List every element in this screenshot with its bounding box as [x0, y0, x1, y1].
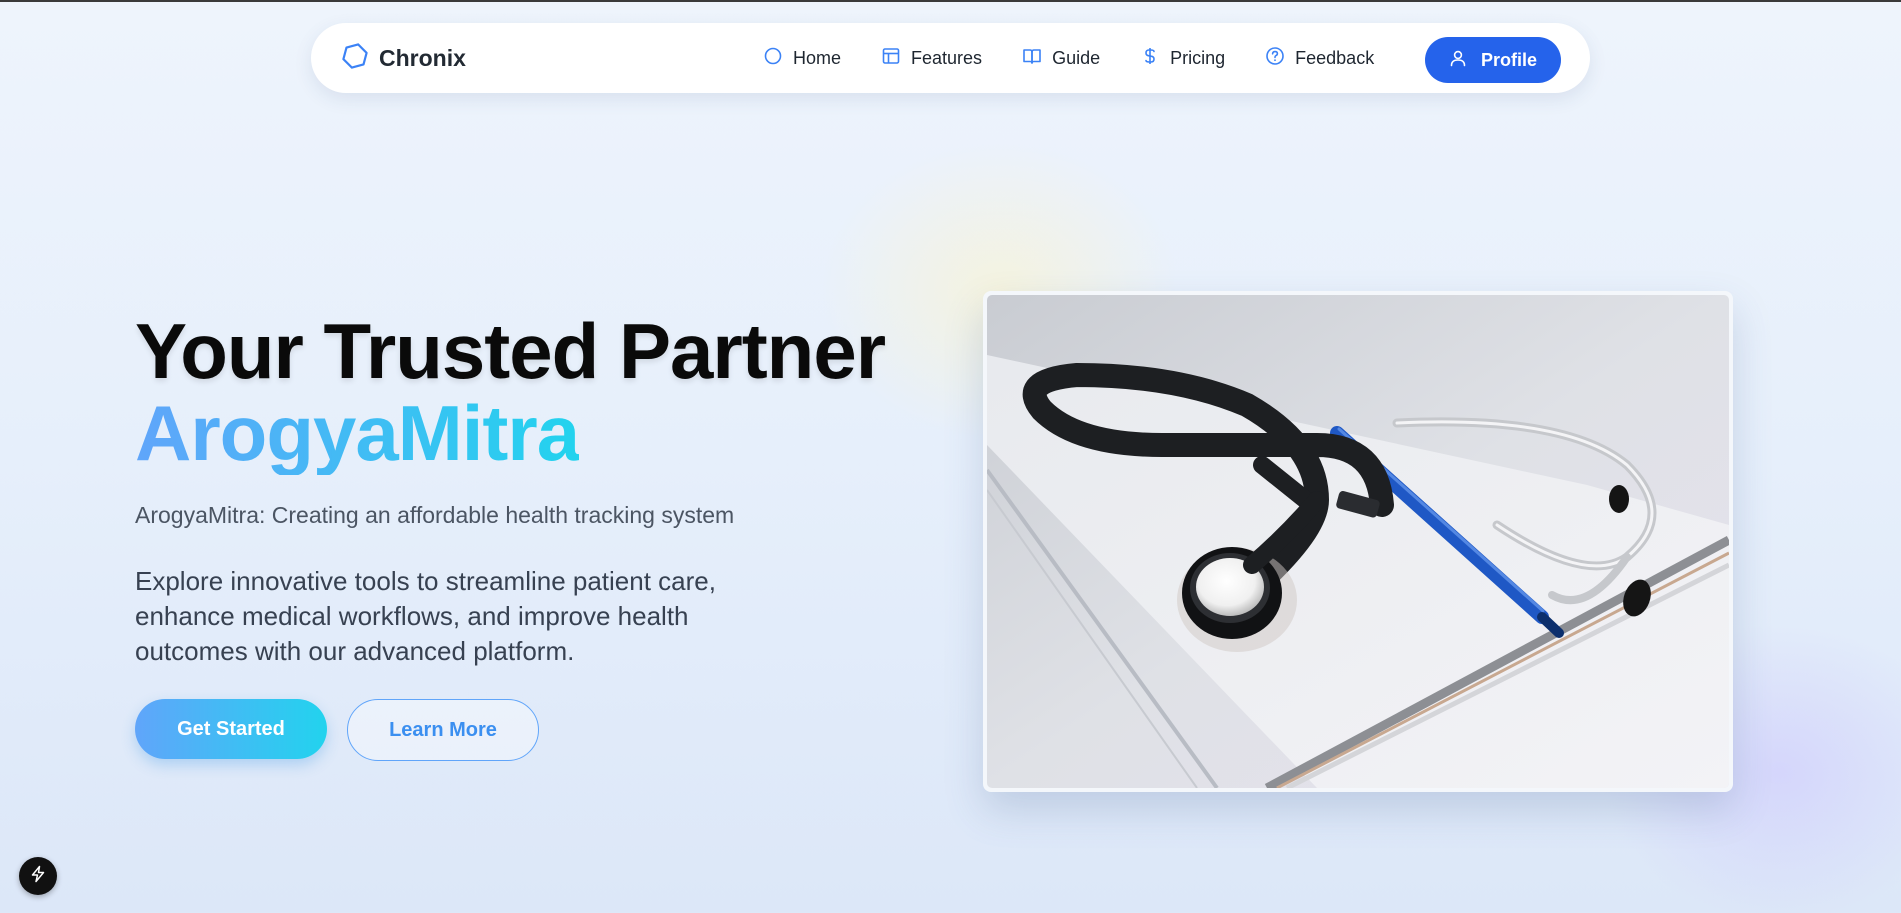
circle-icon [763, 46, 783, 71]
nav-item-pricing[interactable]: Pricing [1140, 46, 1225, 71]
hero-description: Explore innovative tools to streamline p… [135, 566, 716, 666]
nav-links: Home Features Guide Pricing Feedback [763, 23, 1374, 93]
hexagon-logo-icon [341, 42, 369, 75]
layout-icon [881, 46, 901, 71]
nav-item-feedback[interactable]: Feedback [1265, 46, 1374, 71]
brand-name: Chronix [379, 44, 466, 71]
hero-title-accent: ArogyaMitra [135, 389, 580, 477]
nav-item-label: Home [793, 47, 842, 68]
dev-tools-badge[interactable] [19, 857, 57, 895]
brand[interactable]: Chronix [341, 23, 466, 93]
nav-item-label: Guide [1052, 47, 1101, 68]
dollar-icon [1140, 46, 1160, 71]
nav-item-label: Feedback [1295, 47, 1375, 68]
book-icon [1022, 46, 1042, 71]
user-icon [1449, 49, 1467, 72]
stethoscope-image [987, 295, 1729, 788]
nav-item-label: Features [911, 47, 983, 68]
profile-button[interactable]: Profile [1425, 37, 1561, 83]
hero-title: Your Trusted Partner [135, 307, 886, 395]
get-started-button[interactable]: Get Started [135, 699, 327, 759]
help-circle-icon [1265, 46, 1285, 71]
navbar: Chronix Home Features Guide Pricing Feed… [311, 23, 1590, 93]
lightning-icon [29, 865, 47, 888]
nav-item-label: Pricing [1170, 47, 1226, 68]
nav-item-home[interactable]: Home [763, 46, 841, 71]
hero-image-frame [983, 291, 1733, 792]
nav-item-guide[interactable]: Guide [1022, 46, 1100, 71]
nav-item-features[interactable]: Features [881, 46, 982, 71]
hero-subtitle: ArogyaMitra: Creating an affordable heal… [135, 502, 735, 528]
learn-more-button[interactable]: Learn More [347, 699, 539, 761]
profile-button-label: Profile [1480, 49, 1537, 70]
